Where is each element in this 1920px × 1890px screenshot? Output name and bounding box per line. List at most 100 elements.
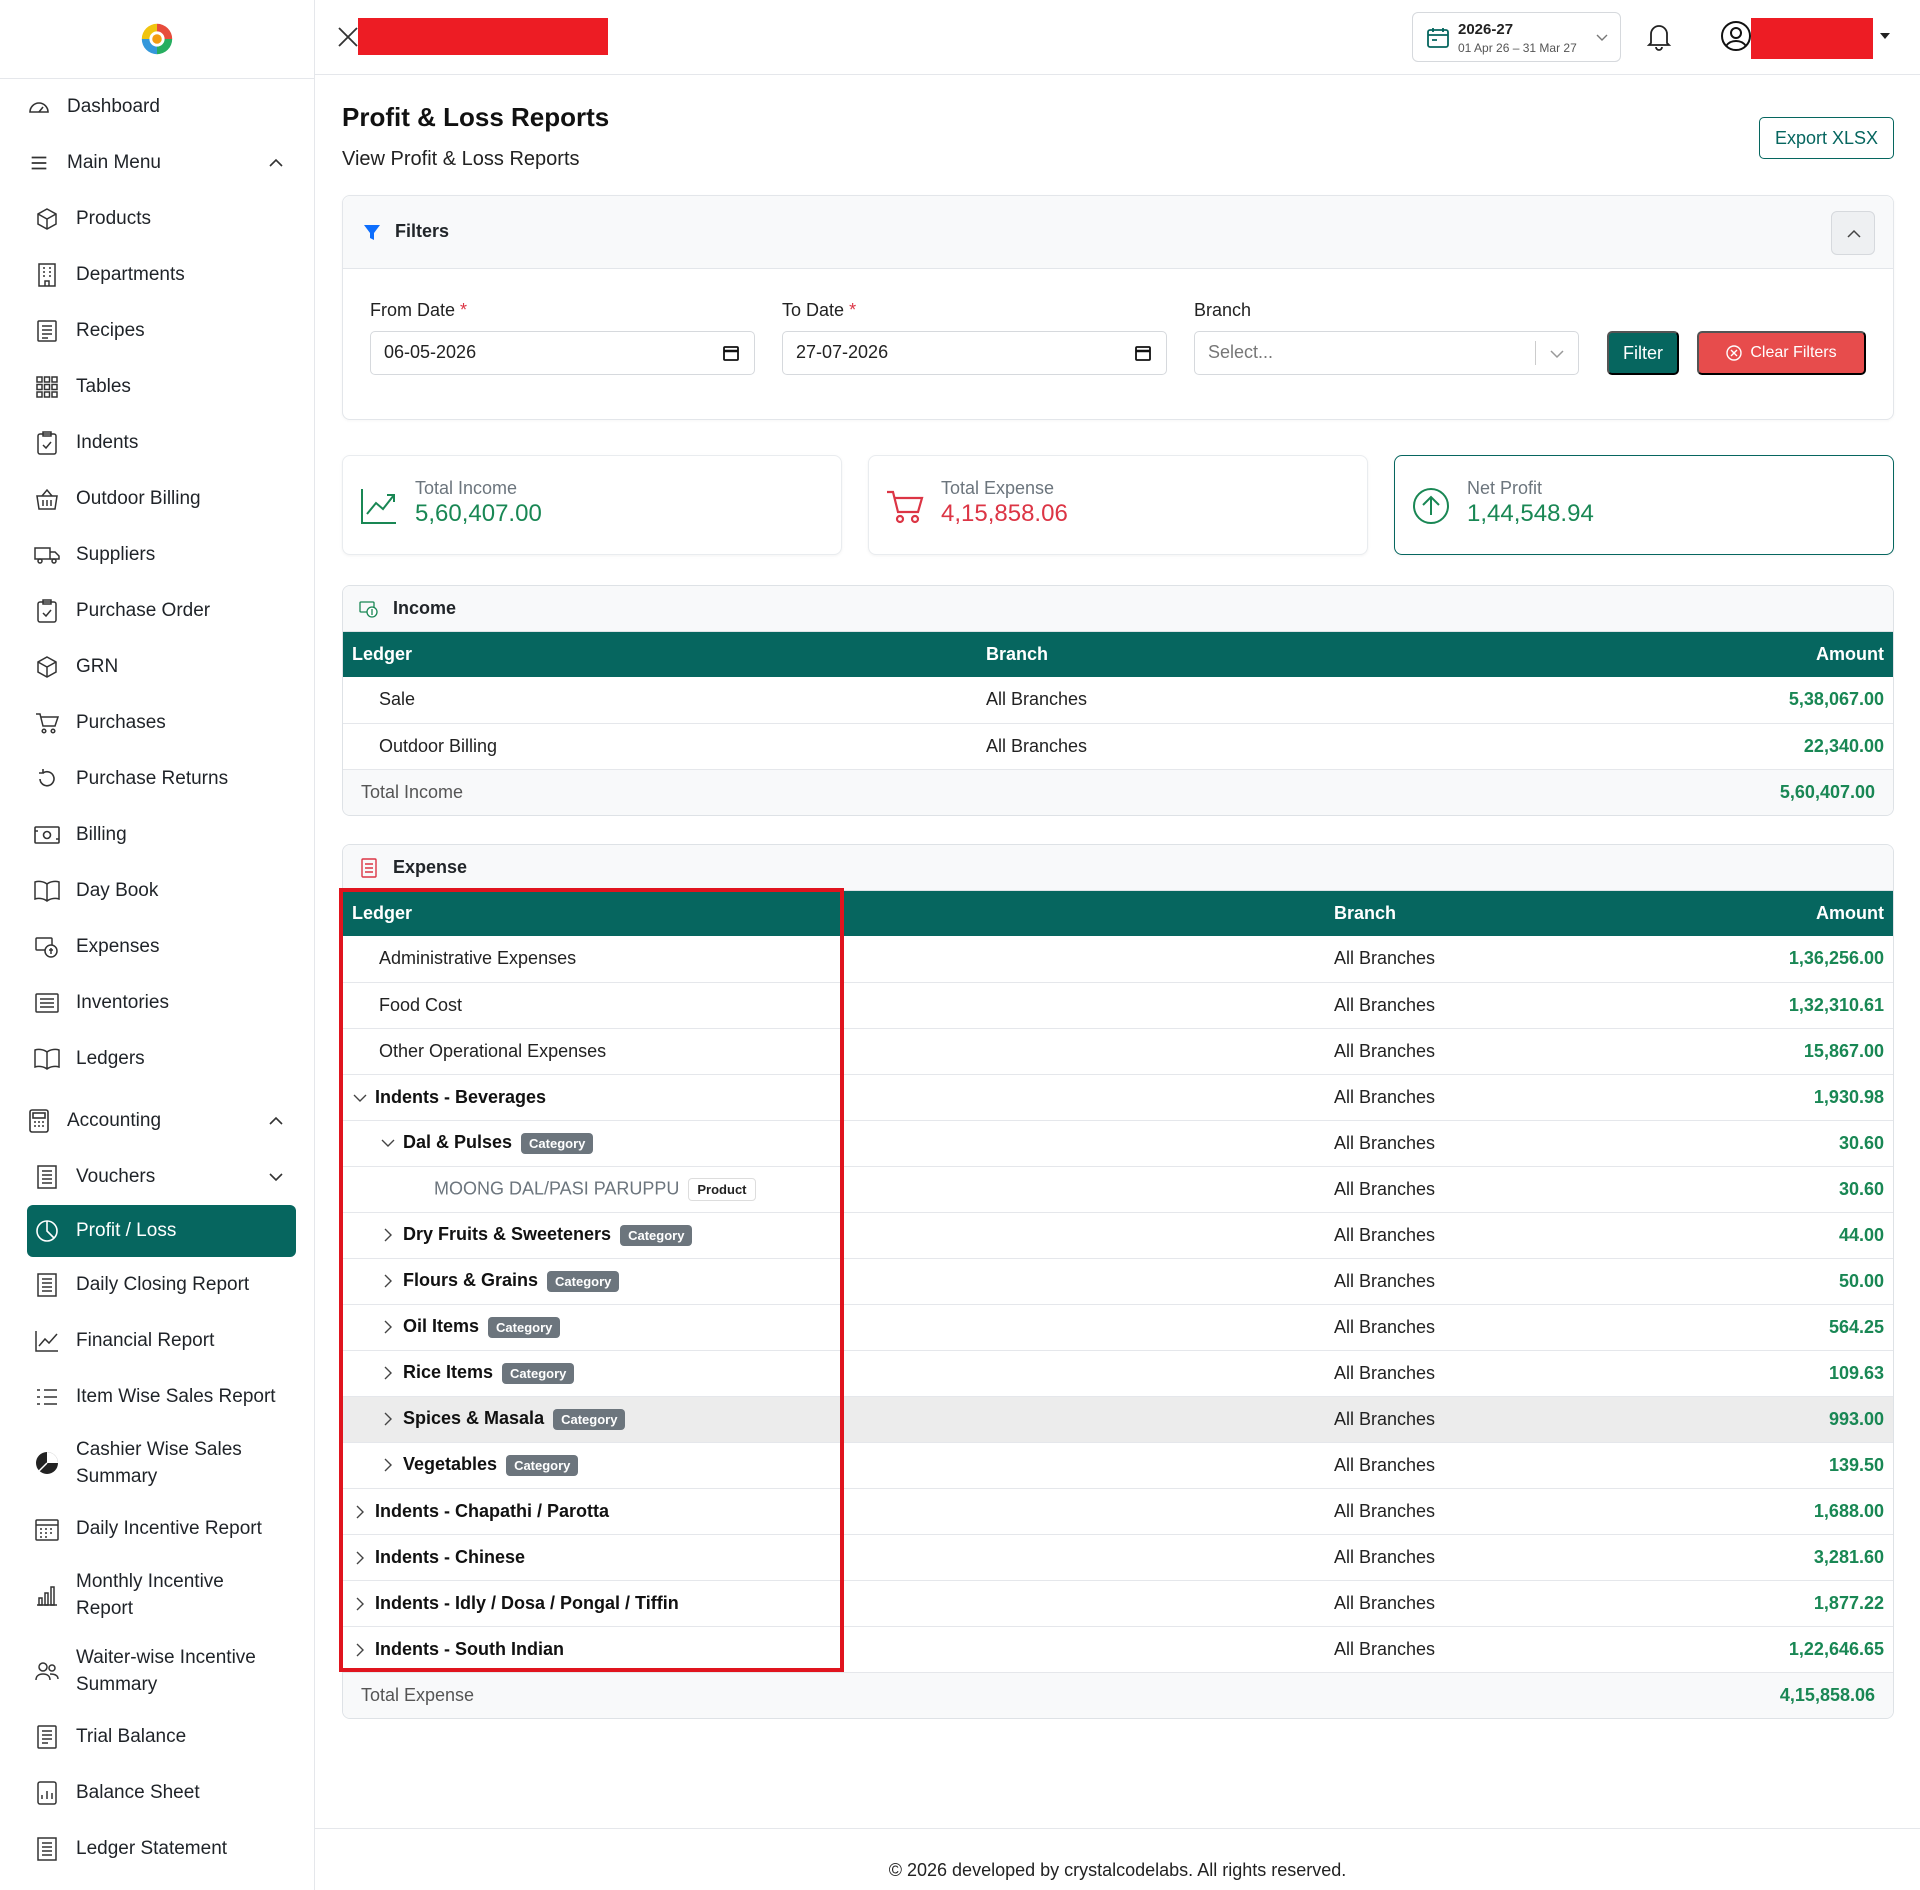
sidebar-item-label: Products <box>76 208 151 229</box>
ledger-name: Indents - Idly / Dosa / Pongal / Tiffin <box>375 1592 679 1613</box>
sidebar-item-daily-incentive-report[interactable]: Daily Incentive Report <box>0 1501 314 1557</box>
chevron-right-icon[interactable] <box>352 1504 368 1520</box>
chevron-down-icon[interactable] <box>352 1090 368 1106</box>
sidebar-item-main-menu[interactable]: Main Menu <box>0 135 314 191</box>
sidebar-item-outdoor-billing[interactable]: Outdoor Billing <box>0 471 314 527</box>
table-row-category[interactable]: Spices & Masala Category All Branches 993… <box>343 1396 1893 1443</box>
table-row-category[interactable]: Flours & Grains Category All Branches 50.… <box>343 1258 1893 1305</box>
filter-button[interactable]: Filter <box>1607 331 1679 375</box>
table-row-category[interactable]: Rice Items Category All Branches 109.63 <box>343 1350 1893 1397</box>
sidebar-item-item-wise-sales-report[interactable]: Item Wise Sales Report <box>0 1369 314 1425</box>
branch-cell: All Branches <box>1325 1442 1606 1489</box>
branch-select[interactable]: Select... <box>1194 331 1579 375</box>
chevron-right-icon[interactable] <box>352 1550 368 1566</box>
sidebar-item-expenses[interactable]: Expenses <box>0 919 314 975</box>
column-header-ledger: Ledger <box>343 891 1325 936</box>
table-row[interactable]: Administrative Expenses All Branches 1,3… <box>343 936 1893 983</box>
sidebar-item-suppliers[interactable]: Suppliers <box>0 527 314 583</box>
sidebar-item-purchase-order[interactable]: Purchase Order <box>0 583 314 639</box>
clipboard-icon <box>34 430 60 456</box>
sidebar-item-profit-loss[interactable]: Profit / Loss <box>27 1205 296 1257</box>
sidebar-item-billing[interactable]: Billing <box>0 807 314 863</box>
to-date-input[interactable]: 27-07-2026 <box>782 331 1167 375</box>
user-avatar-icon[interactable] <box>1720 20 1752 52</box>
sidebar-item-day-book[interactable]: Day Book <box>0 863 314 919</box>
sidebar-item-ledgers[interactable]: Ledgers <box>0 1031 314 1087</box>
chevron-right-icon[interactable] <box>380 1273 396 1289</box>
sidebar-item-label: GRN <box>76 656 119 677</box>
truck-icon <box>34 542 60 568</box>
to-date-label: To Date * <box>782 300 856 321</box>
chevron-up-icon[interactable] <box>266 1111 286 1131</box>
calendar-icon[interactable] <box>722 344 740 362</box>
sidebar-item-recipes[interactable]: Recipes <box>0 303 314 359</box>
table-row-category[interactable]: Dry Fruits & Sweeteners Category All Bran… <box>343 1212 1893 1259</box>
sidebar-item-indents[interactable]: Indents <box>0 415 314 471</box>
sidebar-item-ledger-statement[interactable]: Ledger Statement <box>0 1821 314 1877</box>
export-xlsx-button[interactable]: Export XLSX <box>1759 117 1894 159</box>
from-date-input[interactable]: 06-05-2026 <box>370 331 755 375</box>
app-logo[interactable] <box>138 20 176 58</box>
user-menu-caret[interactable] <box>1880 33 1890 39</box>
table-row[interactable]: Food Cost All Branches 1,32,310.61 <box>343 982 1893 1029</box>
chevron-down-icon[interactable] <box>1548 345 1566 363</box>
table-row-category[interactable]: Dal & Pulses Category All Branches 30.60 <box>343 1120 1893 1167</box>
table-row-group[interactable]: Indents - Beverages All Branches 1,930.9… <box>343 1074 1893 1121</box>
sidebar-item-inventories[interactable]: Inventories <box>0 975 314 1031</box>
sidebar-item-tables[interactable]: Tables <box>0 359 314 415</box>
filters-header[interactable]: Filters <box>343 196 1893 269</box>
table-row[interactable]: Sale All Branches 5,38,067.00 <box>343 677 1893 724</box>
sidebar-item-balance-sheet[interactable]: Balance Sheet <box>0 1765 314 1821</box>
sidebar-item-purchase-returns[interactable]: Purchase Returns <box>0 751 314 807</box>
chevron-down-icon[interactable] <box>380 1135 396 1151</box>
sidebar-item-vouchers[interactable]: Vouchers <box>0 1149 314 1205</box>
product-badge: Product <box>688 1177 756 1201</box>
chevron-right-icon[interactable] <box>352 1596 368 1612</box>
collapse-filters-button[interactable] <box>1831 211 1875 255</box>
sidebar-item-monthly-incentive-report[interactable]: Monthly Incentive Report <box>0 1557 314 1633</box>
sidebar-item-departments[interactable]: Departments <box>0 247 314 303</box>
bell-icon[interactable] <box>1645 21 1673 51</box>
table-row[interactable]: Other Operational Expenses All Branches … <box>343 1028 1893 1075</box>
sidebar-item-trial-balance[interactable]: Trial Balance <box>0 1709 314 1765</box>
sidebar-item-dashboard[interactable]: Dashboard <box>0 79 314 135</box>
chevron-right-icon[interactable] <box>380 1319 396 1335</box>
chevron-right-icon[interactable] <box>380 1457 396 1473</box>
table-row-group[interactable]: Indents - Idly / Dosa / Pongal / Tiffin … <box>343 1580 1893 1627</box>
ledger-cell: Food Cost <box>343 982 1325 1029</box>
sidebar-item-accounting[interactable]: Accounting <box>0 1093 314 1149</box>
sidebar-item-daily-closing-report[interactable]: Daily Closing Report <box>0 1257 314 1313</box>
menu-icon <box>26 150 52 176</box>
sidebar-item-financial-report[interactable]: Financial Report <box>0 1313 314 1369</box>
sidebar-item-label: Recipes <box>76 320 145 341</box>
ledger-name: Dry Fruits & Sweeteners <box>403 1224 612 1245</box>
label-line-1: Monthly Incentive <box>76 1571 224 1592</box>
sidebar-item-cashier-wise-sales-summary[interactable]: Cashier Wise Sales Summary <box>0 1425 314 1501</box>
table-row-category[interactable]: Oil Items Category All Branches 564.25 <box>343 1304 1893 1351</box>
calendar-icon[interactable] <box>1134 344 1152 362</box>
sidebar-item-products[interactable]: Products <box>0 191 314 247</box>
financial-year-selector[interactable]: 2026-27 01 Apr 26 – 31 Mar 27 <box>1412 12 1621 62</box>
chevron-right-icon[interactable] <box>380 1365 396 1381</box>
table-row-group[interactable]: Indents - Chinese All Branches 3,281.60 <box>343 1534 1893 1581</box>
product-name: MOONG DAL/PASI PARUPPU <box>434 1177 680 1198</box>
chevron-right-icon[interactable] <box>352 1642 368 1658</box>
sidebar-item-label: Indents <box>76 432 139 453</box>
table-row-category[interactable]: Vegetables Category All Branches 139.50 <box>343 1442 1893 1489</box>
sidebar-item-label: Trial Balance <box>76 1726 187 1747</box>
table-row-group[interactable]: Indents - South Indian All Branches 1,22… <box>343 1626 1893 1673</box>
sidebar-item-label: Billing <box>76 824 127 845</box>
amount-cell: 109.63 <box>1605 1350 1893 1397</box>
total-expense-value: 4,15,858.06 <box>941 500 1068 527</box>
sidebar-item-grn[interactable]: GRN <box>0 639 314 695</box>
table-row-group[interactable]: Indents - Chapathi / Parotta All Branche… <box>343 1488 1893 1535</box>
sidebar-item-purchases[interactable]: Purchases <box>0 695 314 751</box>
table-row-product[interactable]: MOONG DAL/PASI PARUPPU Product All Branch… <box>343 1166 1893 1213</box>
chevron-right-icon[interactable] <box>380 1227 396 1243</box>
chevron-up-icon[interactable] <box>266 153 286 173</box>
chevron-right-icon[interactable] <box>380 1411 396 1427</box>
clear-filters-button[interactable]: Clear Filters <box>1697 331 1866 375</box>
sidebar-item-waiter-wise-incentive-summary[interactable]: Waiter-wise Incentive Summary <box>0 1633 314 1709</box>
chevron-down-icon[interactable] <box>266 1167 286 1187</box>
table-row[interactable]: Outdoor Billing All Branches 22,340.00 <box>343 723 1893 770</box>
